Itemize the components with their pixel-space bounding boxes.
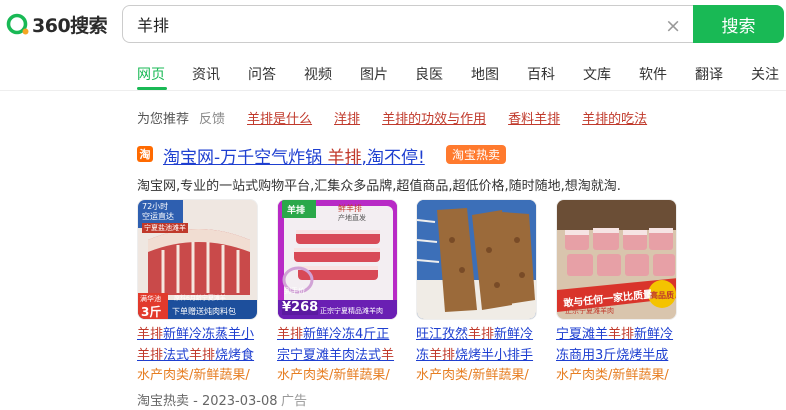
tab-follow[interactable]: 关注 xyxy=(751,64,786,84)
image-text: 宁夏盐池滩羊 xyxy=(142,223,188,233)
tab-news[interactable]: 资讯 xyxy=(192,64,248,84)
product-category: 水产肉类/新鲜蔬果/ xyxy=(277,368,390,383)
product-category: 水产肉类/新鲜蔬果/ xyxy=(137,368,250,383)
title-keyword: 羊排 xyxy=(327,148,362,168)
image-text: 下单赠送炖肉料包 xyxy=(172,307,236,316)
image-text: 正宗宁夏滩羊肉 xyxy=(565,307,614,315)
title-text: 宗宁夏滩羊肉法式 xyxy=(277,348,382,363)
feedback-link[interactable]: 反馈 xyxy=(199,108,225,127)
recommend-link[interactable]: 羊排是什么 xyxy=(247,108,312,127)
title-keyword: 羊排 xyxy=(137,327,164,342)
search-input[interactable] xyxy=(137,14,637,34)
recommend-label: 为您推荐 xyxy=(137,112,190,127)
recommend-link[interactable]: 羊排的功效与作用 xyxy=(382,108,486,127)
product-card[interactable]: 72小时 空运直达 宁夏盐池滩羊 满华池 3斤 下单赠送炖肉料包 原料6月龄宁夏… xyxy=(137,199,260,386)
product-title-link[interactable]: 羊排新鲜冷冻4斤正宗宁夏滩羊肉法式羊 xyxy=(277,324,400,366)
product-card[interactable]: 羊排 到手价 ¥268 正宗宁夏精品滩羊肉 鲜羊排 产地直发 羊排新鲜冷冻4斤正… xyxy=(277,199,400,386)
title-text: 新鲜冷冻蒸羊小 xyxy=(163,327,255,342)
image-text: 到手价 xyxy=(284,287,305,295)
product-category: 水产肉类/新鲜蔬果/ xyxy=(556,368,669,383)
tab-video[interactable]: 视频 xyxy=(304,64,360,84)
tab-software[interactable]: 软件 xyxy=(639,64,695,84)
product-image[interactable]: 72小时 空运直达 宁夏盐池滩羊 满华池 3斤 下单赠送炖肉料包 原料6月龄宁夏… xyxy=(137,199,258,320)
title-keyword: 羊 xyxy=(381,348,395,363)
image-text: 高品质 xyxy=(650,291,674,300)
product-title-link[interactable]: 羊排新鲜冷冻蒸羊小羊排法式羊排烧烤食 xyxy=(137,324,260,366)
search-button[interactable]: 搜索 xyxy=(693,5,784,43)
result-title-link[interactable]: 淘宝网-万千空气炸锅 羊排,淘不停! xyxy=(163,143,425,168)
recommend-link[interactable]: 羊排的吃法 xyxy=(582,108,647,127)
product-image[interactable]: 敢与任何一家比质量 正宗宁夏滩羊肉 高品质 xyxy=(556,199,677,320)
hot-sale-badge: 淘宝热卖 xyxy=(446,145,507,164)
image-text: 空运直达 xyxy=(142,212,174,221)
result-description: 淘宝网,专业的一站式购物平台,汇集众多品牌,超值商品,超低价格,随时随地,想淘就… xyxy=(137,179,621,194)
title-text: ,淘不停! xyxy=(361,148,425,168)
clear-icon[interactable]: × xyxy=(665,15,681,37)
product-title-link[interactable]: 宁夏滩羊羊排新鲜冷冻商用3斤烧烤半成 xyxy=(556,324,679,366)
title-keyword: 羊排 xyxy=(277,327,304,342)
logo-text: 360搜索 xyxy=(32,14,108,37)
product-card[interactable]: 旺江孜然羊排新鲜冷冻羊排烧烤半小排手 水产肉类/新鲜蔬果/ xyxy=(416,199,539,386)
title-text: 冻商用3斤烧烤半成 xyxy=(556,348,669,363)
image-text: 3斤 xyxy=(141,305,162,319)
image-text: 羊排 xyxy=(287,206,306,216)
header-divider xyxy=(0,90,786,91)
ad-label: 广告 xyxy=(281,394,308,409)
recommend-link[interactable]: 香料羊排 xyxy=(508,108,560,127)
title-keyword: 羊排 xyxy=(189,348,216,363)
title-text: 宁夏滩羊 xyxy=(556,327,609,342)
product-category: 水产肉类/新鲜蔬果/ xyxy=(416,368,529,383)
image-text: 产地直发 xyxy=(338,214,366,222)
search-box: × xyxy=(122,5,693,43)
nav-tabs: 网页 资讯 问答 视频 图片 良医 地图 百科 文库 软件 翻译 关注 xyxy=(137,64,786,84)
title-text: 淘宝网-万千空气炸锅 xyxy=(163,148,328,168)
title-keyword: 羊排 xyxy=(608,327,635,342)
product-image[interactable]: 羊排 到手价 ¥268 正宗宁夏精品滩羊肉 鲜羊排 产地直发 xyxy=(277,199,398,320)
title-text: 旺江孜然 xyxy=(416,327,469,342)
tab-wenku[interactable]: 文库 xyxy=(583,64,639,84)
logo-icon xyxy=(6,12,30,36)
title-text: 法式 xyxy=(163,348,190,363)
grilled-ribs-image xyxy=(417,200,536,319)
title-text: 新鲜冷冻4斤正 xyxy=(303,327,390,342)
tab-health[interactable]: 良医 xyxy=(415,64,471,84)
product-title-link[interactable]: 旺江孜然羊排新鲜冷冻羊排烧烤半小排手 xyxy=(416,324,539,366)
title-text: 烧烤食 xyxy=(215,348,255,363)
title-keyword: 羊排 xyxy=(137,348,164,363)
product-image[interactable] xyxy=(416,199,537,320)
recommend-bar: 为您推荐 反馈 羊排是什么 洋排 羊排的功效与作用 香料羊排 羊排的吃法 xyxy=(137,108,647,127)
recommend-link[interactable]: 洋排 xyxy=(334,108,360,127)
image-badge: 72小时 空运直达 xyxy=(142,202,174,222)
title-text: 烧烤半小排手 xyxy=(455,348,534,363)
image-text: 原料6月龄宁夏滩羊 xyxy=(174,295,226,302)
title-text: 新鲜冷 xyxy=(494,327,534,342)
tab-translate[interactable]: 翻译 xyxy=(695,64,751,84)
result-source: 淘宝热卖 - 2023-03-08 xyxy=(137,394,278,409)
title-text: 冻 xyxy=(416,348,430,363)
tab-baike[interactable]: 百科 xyxy=(527,64,583,84)
title-text: 新鲜冷 xyxy=(634,327,674,342)
tab-map[interactable]: 地图 xyxy=(471,64,527,84)
title-keyword: 羊排 xyxy=(468,327,495,342)
title-keyword: 羊排 xyxy=(429,348,456,363)
tab-images[interactable]: 图片 xyxy=(360,64,415,84)
tab-qa[interactable]: 问答 xyxy=(248,64,304,84)
site-logo[interactable]: 360搜索 xyxy=(6,10,116,38)
product-card[interactable]: 敢与任何一家比质量 正宗宁夏滩羊肉 高品质 宁夏滩羊羊排新鲜冷冻商用3斤烧烤半成… xyxy=(556,199,679,386)
tab-web[interactable]: 网页 xyxy=(137,64,192,84)
image-text: 正宗宁夏精品滩羊肉 xyxy=(320,307,383,315)
price-text: ¥268 xyxy=(282,300,319,315)
taobao-icon: 淘 xyxy=(137,146,153,162)
image-text: 72小时 xyxy=(142,202,169,211)
